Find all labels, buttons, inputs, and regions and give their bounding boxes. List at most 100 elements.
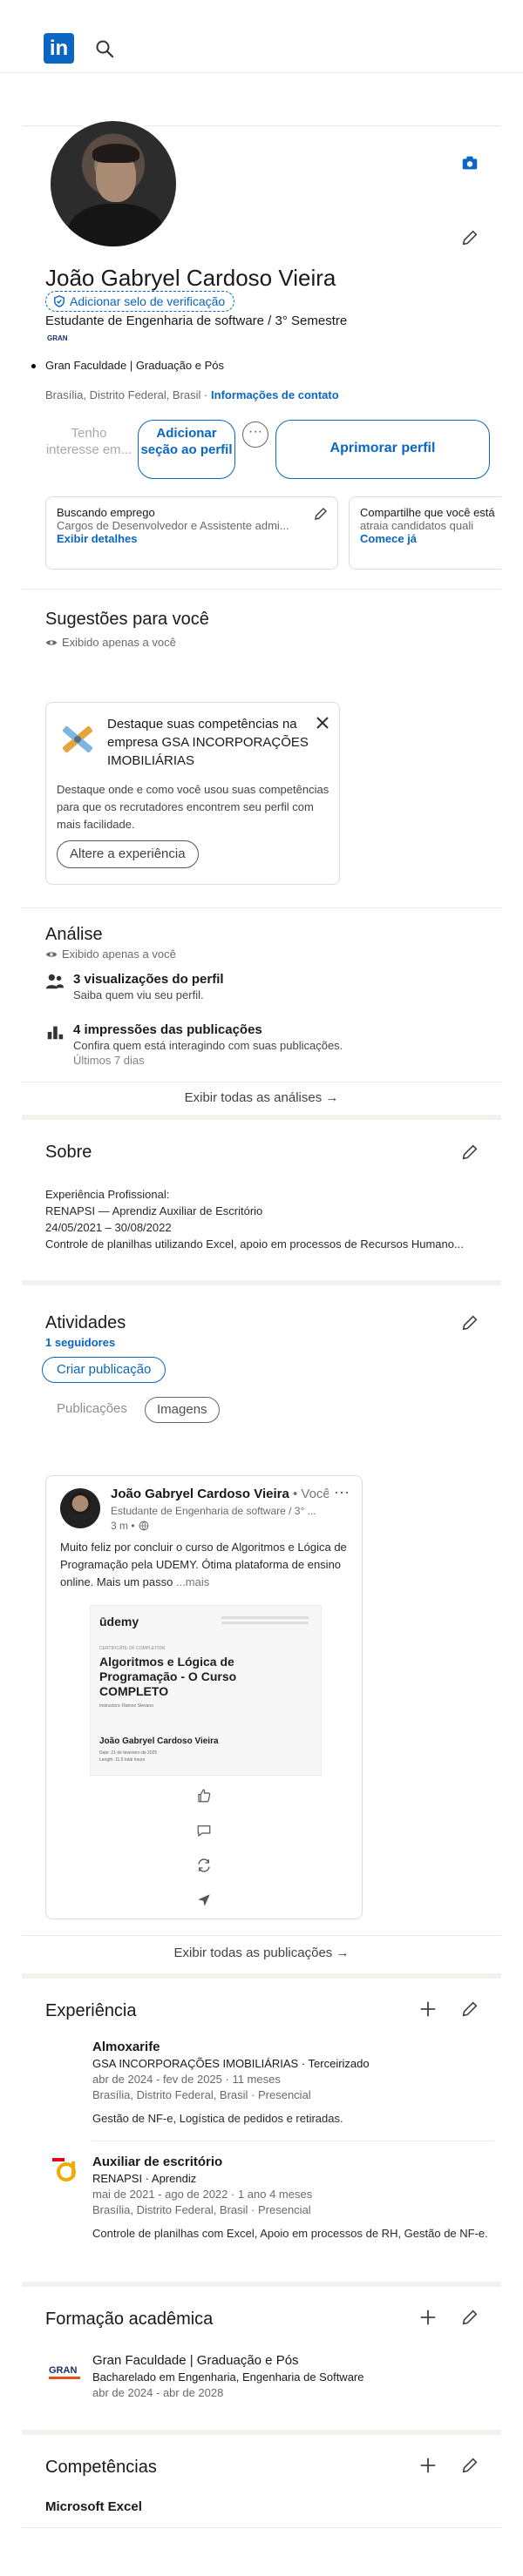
profile-education[interactable]: Gran Faculdade | Graduação e Pós: [45, 359, 224, 372]
repost-icon[interactable]: [196, 1858, 212, 1873]
certificate-course: Algoritmos e Lógica de Programação - O C…: [99, 1655, 237, 1698]
edit-activity-icon[interactable]: [460, 1313, 479, 1332]
section-gap: [22, 1973, 501, 1979]
divider: [22, 907, 501, 908]
divider: [22, 589, 501, 590]
section-gap: [22, 2282, 501, 2287]
more-options-button[interactable]: ···: [242, 421, 268, 448]
post-author-avatar[interactable]: [60, 1488, 100, 1528]
add-education-icon[interactable]: [418, 2308, 438, 2327]
hiring-card[interactable]: Compartilhe que você está atraia candida…: [349, 496, 501, 570]
comment-icon[interactable]: [196, 1823, 212, 1838]
certificate-student: João Gabryel Cardoso Vieira: [99, 1736, 219, 1746]
edit-experience-icon[interactable]: [460, 1999, 479, 2019]
experience-description: Controle de planilhas com Excel, Apoio e…: [92, 2227, 488, 2240]
shield-check-icon: [54, 295, 65, 307]
private-text: Exibido apenas a você: [62, 947, 176, 961]
experience-location: Brasília, Distrito Federal, Brasil · Pre…: [92, 2203, 311, 2216]
section-gap: [22, 1115, 501, 1120]
globe-icon: [139, 1521, 148, 1531]
enhance-profile-button[interactable]: Aprimorar perfil: [275, 420, 490, 479]
profile-views-subtitle: Saiba quem viu seu perfil.: [73, 988, 204, 1001]
add-experience-icon[interactable]: [418, 1999, 438, 2019]
experience-title: Experiência: [45, 2001, 137, 2020]
udemy-logo: ūdemy: [99, 1615, 139, 1629]
edit-about-icon[interactable]: [460, 1143, 479, 1162]
eye-icon: [45, 951, 58, 957]
camera-icon[interactable]: [460, 153, 479, 172]
open-to-work-card[interactable]: Buscando emprego Cargos de Desenvolvedor…: [45, 496, 338, 570]
see-more-link[interactable]: ...mais: [176, 1575, 209, 1588]
experience-description: Gestão de NF-e, Logística de pedidos e r…: [92, 2112, 343, 2125]
eye-icon: [45, 639, 58, 645]
post-author-line[interactable]: João Gabryel Cardoso Vieira • Você: [111, 1487, 329, 1501]
send-icon[interactable]: [196, 1892, 212, 1908]
card-title: Buscando emprego: [57, 506, 155, 519]
profile-name: João Gabryel Cardoso Vieira: [45, 265, 336, 291]
skills-title: Competências: [45, 2458, 157, 2477]
profile-views-item[interactable]: 3 visualizações do perfil Saiba quem viu…: [45, 972, 224, 1001]
show-all-analytics-link[interactable]: Exibir todas as análises →: [22, 1090, 501, 1105]
top-nav: in: [0, 0, 523, 73]
experience-dates: mai de 2021 - ago de 2022 · 1 ano 4 mese…: [92, 2188, 313, 2201]
change-experience-button[interactable]: Altere a experiência: [57, 840, 199, 868]
add-skill-icon[interactable]: [418, 2456, 438, 2475]
post-impressions-item[interactable]: 4 impressões das publicações Confira que…: [45, 1022, 343, 1067]
about-line: RENAPSI — Aprendiz Auxiliar de Escritóri…: [45, 1204, 263, 1217]
search-icon[interactable]: [94, 38, 115, 59]
card-link[interactable]: Exibir detalhes: [57, 532, 327, 545]
show-all-posts-link[interactable]: Exibir todas as publicações →: [22, 1945, 501, 1960]
post-card[interactable]: João Gabryel Cardoso Vieira • Você ··· E…: [45, 1475, 363, 1919]
certificate-date: Date: 21 de fevereiro de 2025: [99, 1750, 158, 1756]
experience-company: RENAPSI · Aprendiz: [92, 2172, 197, 2185]
renapsi-logo-icon[interactable]: [49, 2155, 78, 2184]
edit-icon[interactable]: [313, 506, 329, 522]
edit-skills-icon[interactable]: [460, 2456, 479, 2475]
open-to-button[interactable]: Tenho interesse em...: [45, 420, 132, 479]
experience-role: Auxiliar de escritório: [92, 2155, 223, 2169]
education-title: Formação acadêmica: [45, 2310, 214, 2329]
experience-company: GSA INCORPORAÇÕES IMOBILIÁRIAS · Terceir…: [92, 2057, 370, 2070]
profile-views-title: 3 visualizações do perfil: [73, 972, 224, 987]
card-title: Compartilhe que você está: [360, 506, 495, 519]
profile-avatar[interactable]: [48, 118, 179, 249]
experience-item[interactable]: Almoxarife GSA INCORPORAÇÕES IMOBILIÁRIA…: [92, 2040, 493, 2127]
certificate-instructor: Instructors: Ramon Stevano: [99, 1703, 153, 1709]
skill-item[interactable]: Microsoft Excel: [45, 2499, 142, 2514]
post-meta: 3 m •: [111, 1520, 149, 1532]
education-school: Gran Faculdade | Graduação e Pós: [92, 2353, 299, 2368]
experience-item[interactable]: Auxiliar de escritório RENAPSI · Aprendi…: [92, 2155, 493, 2242]
suggestion-body: Destaque onde e como você usou suas comp…: [57, 783, 329, 831]
card-link[interactable]: Comece já: [360, 532, 491, 545]
card-subtitle: Cargos de Desenvolvedor e Assistente adm…: [57, 519, 289, 532]
like-icon[interactable]: [196, 1788, 212, 1804]
contact-info-link[interactable]: Informações de contato: [211, 388, 339, 401]
gran-logo[interactable]: GRAN: [49, 2365, 77, 2376]
post-author-suffix: • Você: [292, 1487, 329, 1501]
post-menu-icon[interactable]: ···: [334, 1483, 350, 1501]
close-icon[interactable]: [315, 715, 330, 731]
edit-intro-icon[interactable]: [460, 228, 479, 247]
tab-posts[interactable]: Publicações: [45, 1397, 139, 1423]
experience-role: Almoxarife: [92, 2040, 160, 2054]
profile-headline: Estudante de Engenharia de software / 3°…: [45, 314, 348, 328]
followers-link[interactable]: 1 seguidores: [45, 1336, 115, 1349]
about-title: Sobre: [45, 1143, 92, 1162]
verification-badge-button[interactable]: Adicionar selo de verificação: [45, 291, 235, 312]
certificate-length: Length: 11.5 total hours: [99, 1757, 146, 1763]
education-item[interactable]: Gran Faculdade | Graduação e Pós Bachare…: [92, 2353, 493, 2399]
company-logo[interactable]: GRAN: [47, 334, 68, 342]
suggestions-title: Sugestões para você: [45, 610, 209, 629]
tab-images[interactable]: Imagens: [145, 1397, 220, 1423]
activity-title: Atividades: [45, 1313, 126, 1332]
add-section-button[interactable]: Adicionar seção ao perfil: [138, 420, 235, 479]
edit-education-icon[interactable]: [460, 2308, 479, 2327]
section-gap: [22, 2430, 501, 2435]
post-text: Muito feliz por concluir o curso de Algo…: [60, 1539, 350, 1591]
profile-page: in João Gabryel Cardoso Vieira Adicionar…: [0, 0, 523, 2576]
create-post-button[interactable]: Criar publicação: [42, 1357, 166, 1383]
linkedin-logo[interactable]: in: [44, 33, 74, 64]
location-text: Brasília, Distrito Federal, Brasil ·: [45, 388, 208, 401]
certificate-image[interactable]: ūdemy CERTIFICATE OF COMPLETION Algoritm…: [90, 1605, 322, 1776]
education-degree: Bacharelado em Engenharia, Engenharia de…: [92, 2370, 364, 2384]
